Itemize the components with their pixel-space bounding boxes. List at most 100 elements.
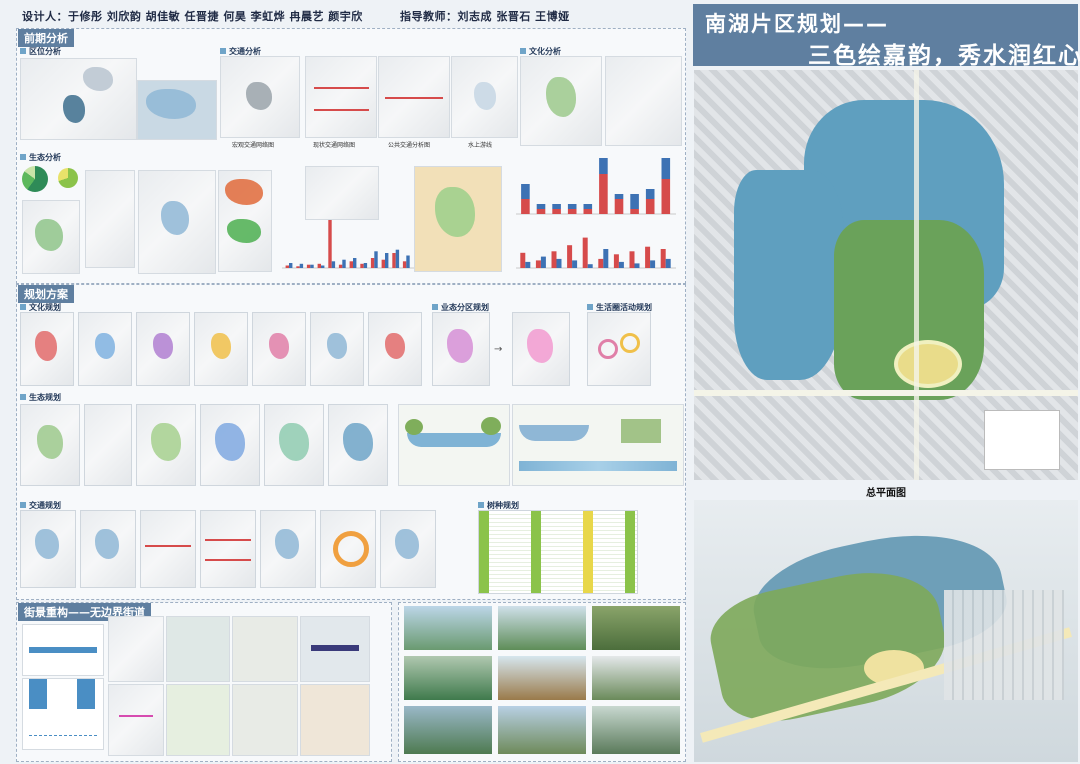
culture-plan-map-5 — [252, 312, 306, 386]
traffic-plan-strip — [20, 510, 440, 590]
chart2-bar-s0-5 — [598, 258, 604, 268]
designers-list: 设计人：于修彤 刘欣韵 胡佳敏 任晋捷 何昊 李虹烨 冉晨艺 颜宇欣 — [22, 10, 363, 23]
street-perspective-2 — [232, 616, 298, 682]
eco-plan-map-1 — [20, 404, 80, 486]
culture-map-2 — [605, 56, 682, 146]
chart1-bar-s1-8 — [645, 189, 655, 199]
chart1-bar-s1-0 — [521, 184, 530, 199]
life-circle-ring-2 — [620, 333, 640, 353]
rendering-5 — [498, 656, 586, 700]
street-diagram-1 — [22, 624, 104, 676]
business-zone-map-2 — [512, 312, 570, 386]
section-planning: 规划方案 — [18, 285, 74, 303]
rendering-4 — [404, 656, 492, 700]
traffic-plan-map-2 — [80, 510, 136, 588]
chart3-bar-s1-11 — [406, 255, 410, 268]
landuse-map — [414, 166, 502, 272]
ecology-legend-blocks — [85, 170, 135, 268]
life-circle-map — [587, 312, 651, 386]
street-perspective-3 — [300, 616, 370, 682]
ecology-pie-2 — [58, 168, 78, 188]
title-line-2: 三色绘嘉韵，秀水润红心 — [808, 43, 1080, 69]
ecology-heatmap — [218, 170, 272, 272]
business-zone-map-1 — [432, 312, 490, 386]
chart2-bar-s1-3 — [572, 260, 578, 268]
ecology-pie-1 — [22, 166, 48, 192]
chart3-bar-s1-8 — [374, 251, 378, 268]
title-line-1: 南湖片区规划—— — [705, 12, 889, 36]
chart1-bar-s0-6 — [614, 199, 624, 214]
traffic-plan-map-6 — [320, 510, 376, 588]
chart1-bar-s1-4 — [583, 204, 593, 209]
chart3-bar-s1-2 — [310, 264, 314, 268]
chart3-bar-s0-3 — [317, 263, 321, 268]
chart1-bar-s1-3 — [567, 204, 577, 209]
chart3-bar-s1-5 — [342, 259, 346, 268]
eco-plan-diagram — [84, 404, 132, 486]
chart2-bar-s1-6 — [618, 261, 624, 268]
eco-plan-map-3 — [200, 404, 260, 486]
chart2-bar-s1-8 — [650, 260, 656, 268]
traffic-map-1 — [220, 56, 300, 138]
street-diagram-2 — [22, 678, 104, 750]
traffic-plan-map-1 — [20, 510, 76, 588]
street-perspective-5 — [232, 684, 298, 756]
caption-traffic-3: 公共交通分析图 — [388, 142, 431, 149]
chart2-bar-s1-2 — [556, 258, 562, 268]
chart3-bar-s1-10 — [395, 249, 400, 268]
street-map-2 — [108, 684, 164, 756]
chart2-bar-s0-8 — [645, 246, 651, 268]
chart3-bar-s0-10 — [392, 253, 396, 268]
culture-map-1 — [520, 56, 602, 146]
chart3-bar-s0-0 — [285, 265, 289, 268]
master-plan-legend — [984, 410, 1060, 470]
chart2-bar-s1-5 — [603, 249, 609, 268]
street-perspective-1 — [166, 616, 230, 682]
rendering-1 — [404, 606, 492, 650]
master-plan-caption: 总平面图 — [866, 488, 906, 499]
chart2-bar-s0-0 — [520, 252, 526, 268]
chart3-bar-s1-4 — [331, 261, 336, 268]
chart1-bar-s0-0 — [521, 199, 530, 214]
chart3-bar-s0-2 — [306, 264, 311, 268]
chart1-bar-s0-2 — [552, 209, 561, 214]
chart1-bar-s0-9 — [661, 179, 671, 214]
chart2-bar-s0-3 — [567, 245, 573, 268]
eco-plan-strip — [20, 404, 390, 488]
eco-plan-map-5 — [328, 404, 388, 486]
chart1-bar-s1-7 — [630, 194, 639, 209]
caption-traffic-4: 水上游线 — [468, 142, 493, 149]
traffic-plan-map-4 — [200, 510, 256, 588]
traffic-map-3 — [378, 56, 450, 138]
renderings-grid — [404, 606, 680, 756]
chart3-bar-s1-3 — [321, 265, 325, 268]
culture-plan-map-2 — [78, 312, 132, 386]
culture-plan-strip — [20, 312, 424, 388]
chart2-bar-s0-1 — [535, 260, 541, 268]
chart2-bar-s1-9 — [665, 258, 671, 268]
traffic-map-4 — [451, 56, 518, 138]
chart1-bar-s1-6 — [614, 194, 624, 199]
chart1-bar-s1-1 — [536, 204, 546, 209]
chart2-bar-s0-6 — [613, 254, 619, 268]
chart3-bar-s0-9 — [381, 259, 385, 268]
caption-traffic-2: 现状交通网络图 — [313, 142, 356, 149]
sub-eco-plan: 生态规划 — [20, 392, 61, 403]
chart-activity — [282, 218, 414, 269]
chart-survey-1 — [516, 158, 676, 215]
section-pre-analysis: 前期分析 — [18, 29, 74, 47]
arrow-right-icon: → — [494, 344, 503, 355]
street-perspective-6 — [300, 684, 370, 756]
chart2-bar-s0-4 — [582, 237, 588, 268]
advisors-list: 指导教师：刘志成 张晋石 王博娅 — [400, 10, 570, 23]
chart3-bar-s0-6 — [349, 261, 353, 268]
chart3-bar-s1-9 — [385, 253, 389, 268]
location-detail-map — [137, 80, 217, 140]
aerial-view — [694, 500, 1078, 762]
culture-node-map — [305, 166, 379, 220]
chart1-bar-s0-1 — [536, 209, 546, 214]
chart3-bar-s1-1 — [299, 263, 304, 268]
traffic-map-2 — [305, 56, 377, 138]
chart2-bar-s1-4 — [587, 264, 593, 268]
location-map — [20, 58, 137, 140]
